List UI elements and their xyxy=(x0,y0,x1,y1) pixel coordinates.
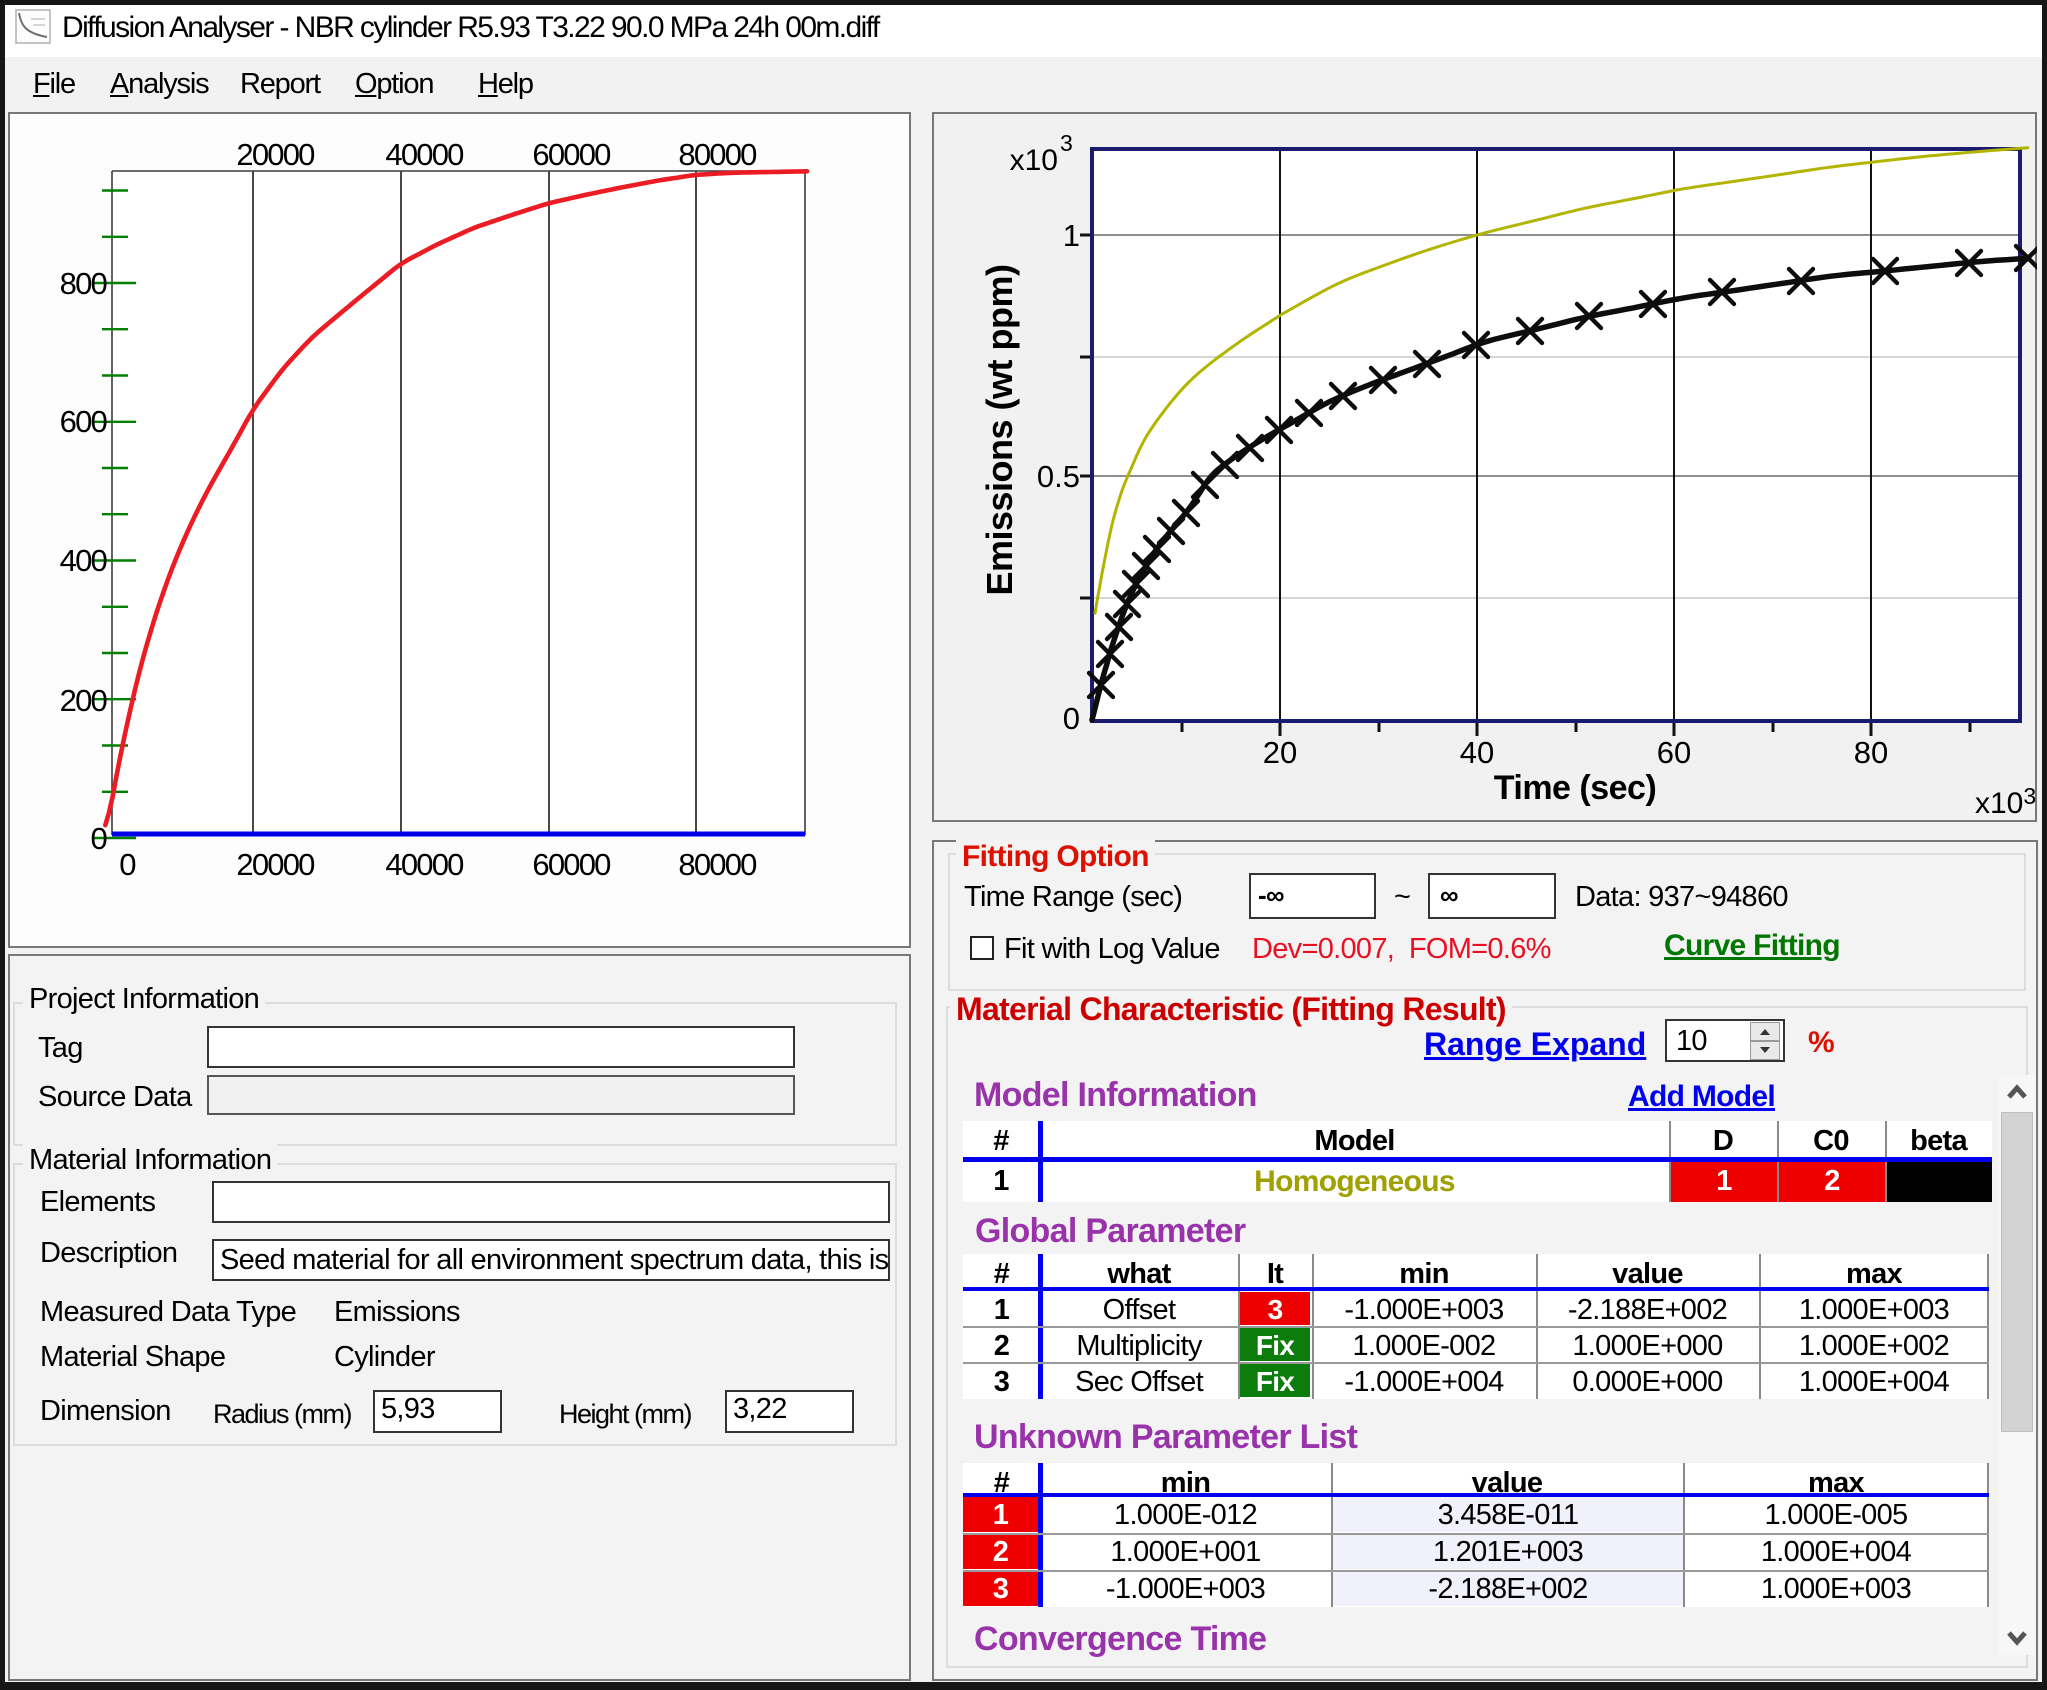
svg-text:0: 0 xyxy=(1063,701,1080,736)
svg-text:0.5: 0.5 xyxy=(1037,459,1080,494)
svg-text:Emissions (wt ppm): Emissions (wt ppm) xyxy=(979,264,1020,595)
svg-text:800: 800 xyxy=(60,266,108,301)
svg-text:60000: 60000 xyxy=(532,847,611,882)
svg-text:0: 0 xyxy=(91,821,108,856)
svg-text:40: 40 xyxy=(1460,735,1494,770)
svg-text:600: 600 xyxy=(60,404,108,439)
svg-text:20000: 20000 xyxy=(236,847,315,882)
svg-text:1: 1 xyxy=(1063,218,1080,253)
svg-text:40000: 40000 xyxy=(385,847,464,882)
svg-text:80: 80 xyxy=(1854,735,1888,770)
svg-text:0: 0 xyxy=(119,847,136,882)
svg-text:400: 400 xyxy=(60,543,108,578)
svg-text:3: 3 xyxy=(1060,130,1073,156)
svg-text:80000: 80000 xyxy=(678,847,757,882)
svg-text:60: 60 xyxy=(1657,735,1691,770)
svg-text:20: 20 xyxy=(1263,735,1297,770)
svg-text:20000: 20000 xyxy=(236,137,315,172)
svg-text:40000: 40000 xyxy=(385,137,464,172)
svg-text:x10: x10 xyxy=(1010,144,1058,177)
svg-text:Time (sec): Time (sec) xyxy=(1494,769,1657,807)
svg-text:80000: 80000 xyxy=(678,137,757,172)
svg-text:60000: 60000 xyxy=(532,137,611,172)
svg-text:200: 200 xyxy=(60,683,108,718)
